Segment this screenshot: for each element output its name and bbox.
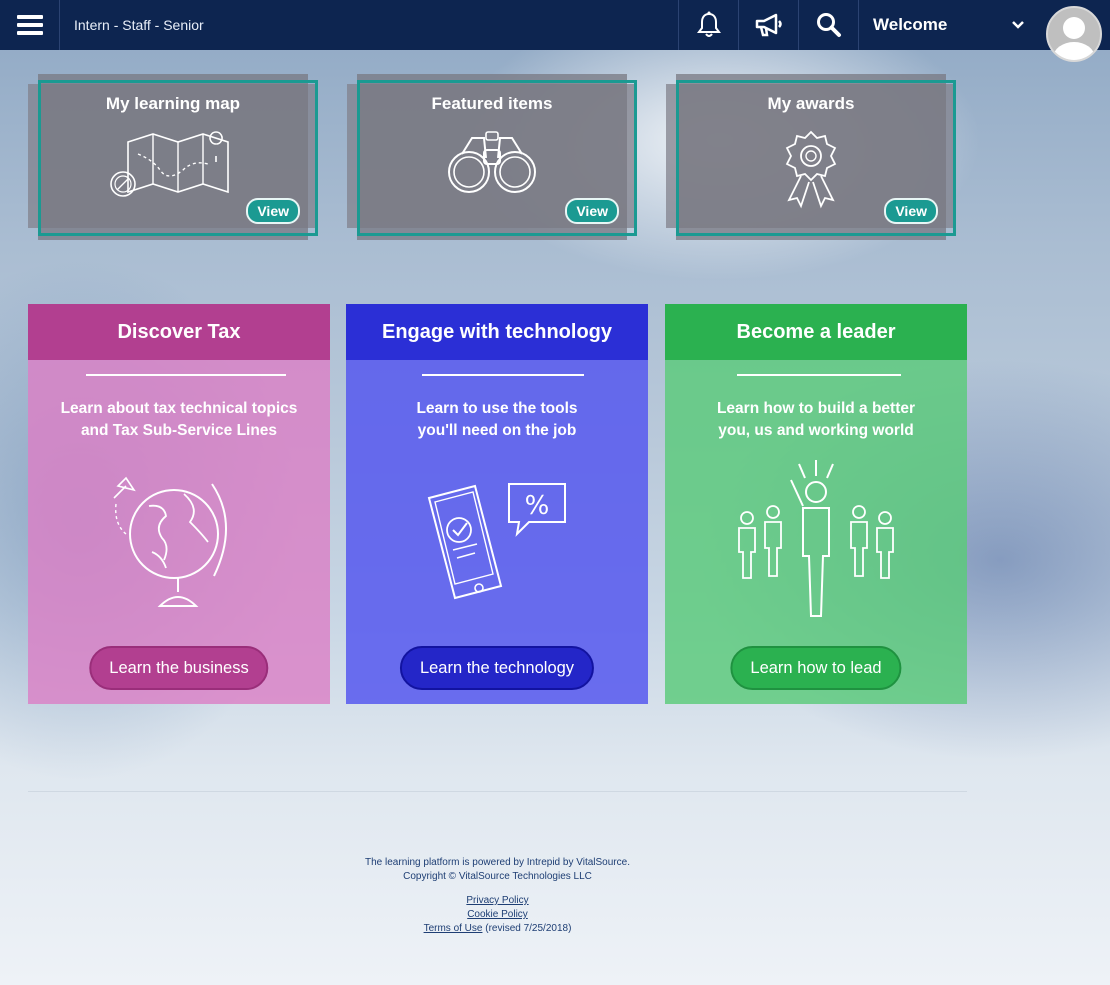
- footer-divider: [28, 791, 967, 792]
- notifications-button[interactable]: [678, 0, 738, 50]
- leader-group-icon: [738, 460, 894, 617]
- tile-my-learning-map[interactable]: My learning map View: [28, 74, 318, 240]
- tile-title: My learning map: [105, 94, 241, 113]
- avatar-container: [1038, 0, 1110, 62]
- learn-how-to-lead-button[interactable]: Learn how to lead: [730, 646, 902, 690]
- tile-my-awards[interactable]: My awards View: [666, 74, 956, 240]
- powered-by-text: The learning platform is powered by Intr…: [365, 857, 630, 868]
- search-button[interactable]: [798, 0, 858, 50]
- globe-icon: [113, 476, 227, 607]
- footer: The learning platform is powered by Intr…: [28, 856, 967, 936]
- privacy-policy-link[interactable]: Privacy Policy: [466, 895, 528, 906]
- card-title: Discover Tax: [28, 304, 330, 360]
- chevron-down-icon: [1012, 21, 1024, 29]
- welcome-label: Welcome: [873, 15, 948, 34]
- breadcrumb: Intern - Staff - Senior: [74, 17, 204, 33]
- megaphone-icon: [755, 13, 782, 37]
- card-divider: [737, 374, 901, 376]
- card-discover-tax: Discover Tax Learn about tax technical t…: [28, 304, 330, 704]
- svg-text:%: %: [525, 491, 550, 521]
- terms-of-use-link[interactable]: Terms of Use: [424, 923, 483, 934]
- smartphone-icon: %: [427, 483, 566, 600]
- card-title: Engage with technology: [346, 304, 648, 360]
- learn-the-technology-button[interactable]: Learn the technology: [399, 646, 595, 690]
- hamburger-menu-button[interactable]: [0, 0, 60, 50]
- card-description: Learn about tax technical topics and Tax…: [60, 400, 298, 439]
- card-become-a-leader: Become a leader Learn how to build a bet…: [665, 304, 967, 704]
- view-button[interactable]: View: [884, 198, 938, 224]
- learn-the-business-button[interactable]: Learn the business: [89, 646, 269, 690]
- copyright-text: Copyright © VitalSource Technologies LLC: [403, 871, 592, 882]
- view-button[interactable]: View: [246, 198, 300, 224]
- cookie-policy-link[interactable]: Cookie Policy: [467, 909, 528, 920]
- welcome-dropdown[interactable]: Welcome: [858, 0, 1038, 50]
- revised-date-text: (revised 7/25/2018): [482, 923, 572, 934]
- card-description: Learn to use the tools you'll need on th…: [416, 400, 578, 439]
- hamburger-icon: [16, 15, 43, 35]
- card-divider: [86, 374, 286, 376]
- user-silhouette-icon: [1053, 17, 1095, 60]
- announcements-button[interactable]: [738, 0, 798, 50]
- tile-title: My awards: [767, 94, 855, 113]
- view-button[interactable]: View: [565, 198, 619, 224]
- card-engage-with-technology: Engage with technology Learn to use the …: [346, 304, 648, 704]
- search-icon: [816, 13, 841, 37]
- card-description: Learn how to build a better you, us and …: [716, 400, 916, 439]
- map-icon: [110, 131, 229, 197]
- card-divider: [422, 374, 584, 376]
- top-navigation-bar: Intern - Staff - Senior Welcome: [0, 0, 1110, 62]
- bell-icon: [696, 11, 721, 37]
- tile-featured-items[interactable]: Featured items View: [347, 74, 637, 240]
- tile-title: Featured items: [431, 94, 553, 113]
- card-title: Become a leader: [665, 304, 967, 360]
- award-ribbon-icon: [785, 130, 837, 209]
- avatar[interactable]: [1046, 6, 1102, 62]
- binoculars-icon: [448, 131, 536, 193]
